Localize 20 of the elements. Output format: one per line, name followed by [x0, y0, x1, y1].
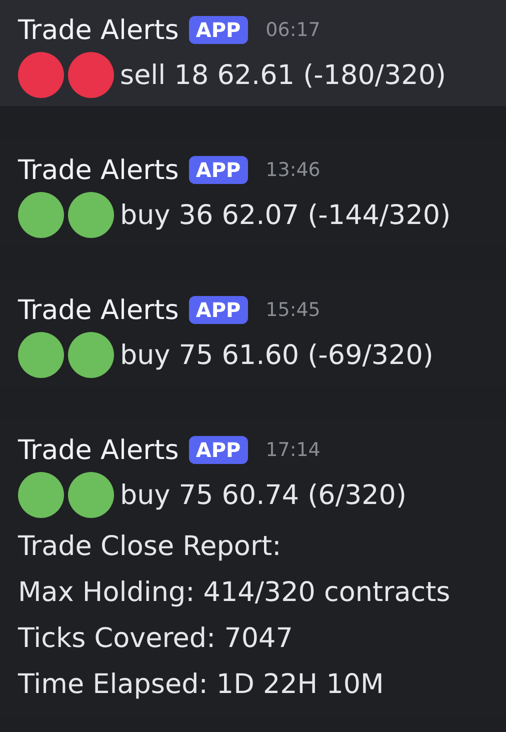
report-line: Trade Close Report: — [18, 530, 282, 564]
report-line: Max Holding: 414/320 contracts — [18, 576, 450, 610]
message-text: sell 18 62.61 (-180/320) — [120, 60, 446, 90]
app-tag: APP — [188, 16, 248, 44]
app-tag: APP — [188, 296, 248, 324]
author-name: Trade Alerts — [18, 14, 179, 46]
report-line: Ticks Covered: 7047 — [18, 622, 293, 656]
timestamp: 17:14 — [266, 439, 320, 461]
timestamp: 06:17 — [266, 19, 320, 41]
author-name: Trade Alerts — [18, 294, 179, 326]
author-name: Trade Alerts — [18, 434, 179, 466]
report-line: Time Elapsed: 1D 22H 10M — [18, 668, 384, 702]
message-text: buy 36 62.07 (-144/320) — [120, 200, 451, 230]
timestamp: 15:45 — [266, 299, 320, 321]
app-tag: APP — [188, 156, 248, 184]
timestamp: 13:46 — [266, 159, 320, 181]
author-name: Trade Alerts — [18, 154, 179, 186]
message-text: buy 75 61.60 (-69/320) — [120, 340, 434, 370]
message-text: buy 75 60.74 (6/320) — [120, 480, 407, 510]
app-tag: APP — [188, 436, 248, 464]
